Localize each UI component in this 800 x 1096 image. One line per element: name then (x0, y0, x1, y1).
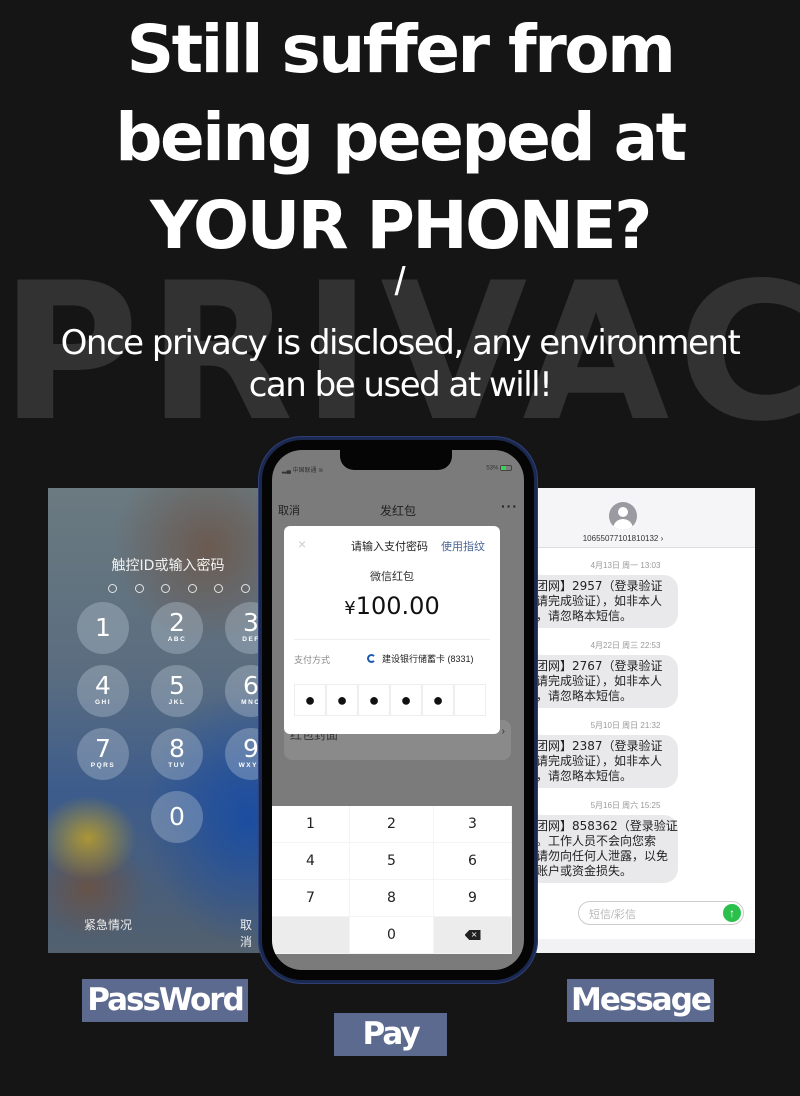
message-input-placeholder: 短信/彩信 (589, 909, 637, 921)
use-fingerprint-link[interactable]: 使用指纹 (441, 538, 485, 554)
payment-method-selector[interactable]: 建设银行储蓄卡 (8331) (367, 652, 474, 665)
lock-key-8[interactable]: 8 TUV (151, 728, 203, 780)
notch (340, 450, 452, 470)
pin-box: ● (390, 684, 422, 716)
key-digit: 0 (169, 802, 185, 831)
message-bubble: 团网】858362（登录验证 。工作人员不会向您索 请勿向任何人泄露，以免 账户… (536, 815, 678, 883)
keypad-key-7[interactable]: 7 (272, 880, 350, 917)
divider (294, 639, 490, 640)
label-password: PassWord (82, 979, 248, 1022)
pin-input[interactable]: ● ● ● ● ● (294, 684, 486, 716)
passcode-dot (134, 584, 144, 593)
passcode-dot (214, 584, 223, 593)
key-digit: 1 (95, 613, 111, 642)
close-icon[interactable]: × (298, 536, 306, 552)
dialog-title: 请输入支付密码 (351, 541, 428, 553)
message-timestamp: 5月16日 周六 15:25 (590, 801, 661, 810)
lock-key-1[interactable]: 1 (77, 602, 129, 654)
separator: / (394, 260, 406, 304)
message-timestamp: 5月10日 周日 21:32 (590, 721, 661, 730)
messages-footer (536, 939, 755, 953)
lock-key-7[interactable]: 7 PQRS (77, 728, 129, 780)
label-pay: Pay (334, 1013, 447, 1056)
pay-screen: ▂▄ 中国联通 ≋ 53% 取消 发红包 ··· 红包封面 › × 请输入支付密… (272, 450, 524, 970)
keypad-key-5[interactable]: 5 (350, 843, 434, 880)
keypad-key-2[interactable]: 2 (350, 806, 434, 843)
message-bubble: 团网】2957（登录验证 请完成验证），如非本人 ，请忽略本短信。 (536, 575, 678, 628)
passcode-dot (108, 584, 117, 593)
message-timestamp: 4月22日 周三 22:53 (590, 641, 661, 650)
key-letters: GHI (94, 699, 112, 706)
payment-amount: ¥100.00 (344, 592, 440, 620)
lockscreen-panel: 触控ID或输入密码 1 2 ABC 3 DEF 4 GHI 5 JKL 6 MNO 7 PQRS 8 TUV… (48, 488, 263, 953)
key-digit: 8 (169, 734, 185, 763)
message-bubble: 团网】2767（登录验证 请完成验证），如非本人 ，请忽略本短信。 (536, 655, 678, 708)
lock-key-4[interactable]: 4 GHI (77, 665, 129, 717)
keypad-key-4[interactable]: 4 (272, 843, 350, 880)
emergency-button[interactable]: 紧急情况 (84, 916, 132, 933)
conversation-header: 10655077101810132 › (536, 488, 755, 548)
nav-title: 发红包 (379, 504, 416, 518)
key-digit: 5 (169, 671, 185, 700)
pin-box: ● (422, 684, 454, 716)
battery-status: 53% (486, 465, 512, 472)
carrier-status: ▂▄ 中国联通 ≋ (282, 468, 324, 474)
pin-box: ● (326, 684, 358, 716)
label-message: Message (567, 979, 714, 1022)
keypad-key-3[interactable]: 3 (434, 806, 512, 843)
key-letters: PQRS (90, 762, 116, 769)
phone-frame: ▂▄ 中国联通 ≋ 53% 取消 发红包 ··· 红包封面 › × 请输入支付密… (258, 436, 538, 984)
key-digit: 2 (169, 608, 185, 637)
passcode-dot (240, 584, 250, 593)
bank-logo-icon (367, 654, 376, 663)
keypad-key-0[interactable]: 0 (350, 917, 434, 954)
subheadline-line-2: can be used at will! (248, 365, 553, 405)
passcode-dot (187, 584, 197, 593)
backspace-icon: × (464, 930, 481, 940)
lock-key-5[interactable]: 5 JKL (151, 665, 203, 717)
payment-method-label: 支付方式 (294, 655, 331, 665)
keypad-key-1[interactable]: 1 (272, 806, 350, 843)
message-bubble: 团网】2387（登录验证 请完成验证），如非本人 ，请忽略本短信。 (536, 735, 678, 788)
send-icon[interactable]: ↑ (723, 904, 741, 922)
headline-line-3: YOUR PHONE? (150, 187, 652, 264)
lockscreen-title: 触控ID或输入密码 (111, 558, 225, 574)
pin-box: ● (358, 684, 390, 716)
keypad-key-8[interactable]: 8 (350, 880, 434, 917)
passcode-dots (108, 584, 250, 593)
message-input[interactable]: 短信/彩信 ↑ (578, 901, 744, 925)
chevron-right-icon: › (501, 726, 505, 737)
keypad-key-9[interactable]: 9 (434, 880, 512, 917)
messages-panel: 10655077101810132 › 4月13日 周一 13:03 团网】295… (536, 488, 755, 953)
contact-avatar-icon[interactable] (609, 502, 637, 530)
key-digit: 7 (95, 734, 111, 763)
key-letters: TUV (168, 762, 186, 769)
lock-key-2[interactable]: 2 ABC (151, 602, 203, 654)
payment-subtitle: 微信红包 (370, 571, 414, 583)
pin-box (454, 684, 486, 716)
numeric-keypad: 1 2 3 4 5 6 7 8 9 0 × (272, 806, 524, 954)
battery-icon (500, 465, 512, 471)
payment-password-dialog: × 请输入支付密码 使用指纹 微信红包 ¥100.00 支付方式 建设银行储蓄卡… (284, 526, 500, 734)
more-icon[interactable]: ··· (501, 498, 518, 514)
pin-box: ● (294, 684, 326, 716)
key-letters: JKL (168, 699, 186, 706)
keypad-blank (272, 917, 350, 954)
key-letters: ABC (167, 636, 187, 643)
headline-line-1: Still suffer from (126, 11, 676, 88)
message-timestamp: 4月13日 周一 13:03 (590, 561, 661, 570)
keypad-key-6[interactable]: 6 (434, 843, 512, 880)
sender-number[interactable]: 10655077101810132 › (536, 534, 710, 543)
subheadline: Once privacy is disclosed, any environme… (0, 322, 800, 406)
lock-key-0[interactable]: 0 (151, 791, 203, 843)
passcode-dot (161, 584, 170, 593)
key-digit: 4 (95, 671, 111, 700)
backspace-key[interactable]: × (434, 917, 512, 954)
headline-line-2: being peeped at (115, 99, 687, 176)
subheadline-line-1: Once privacy is disclosed, any environme… (60, 323, 741, 363)
headline: Still suffer from being peeped at YOUR P… (0, 6, 800, 270)
message-list: 4月13日 周一 13:03 团网】2957（登录验证 请完成验证），如非本人 ，… (536, 560, 755, 883)
